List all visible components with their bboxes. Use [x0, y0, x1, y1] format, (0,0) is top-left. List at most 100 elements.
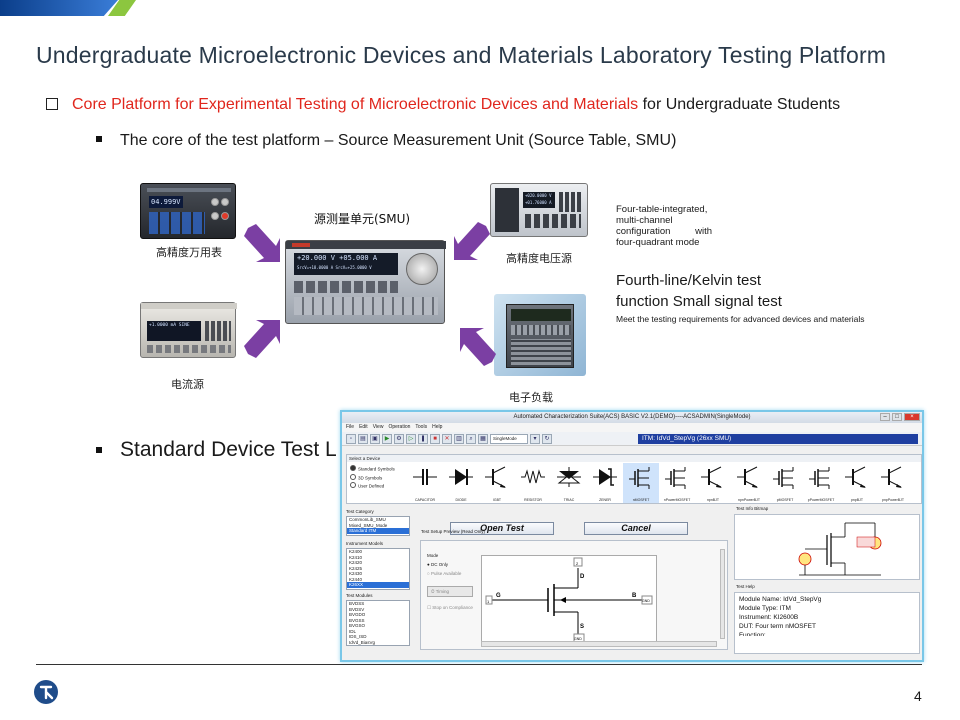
- preview-vertical-scrollbar[interactable]: [720, 549, 725, 639]
- play-icon[interactable]: ▷: [406, 433, 416, 444]
- bullet-standard-device-test: Standard Device Test L: [96, 438, 337, 462]
- settings-icon[interactable]: ⚙: [394, 433, 404, 444]
- device-capacitor[interactable]: CAPACITOR: [407, 463, 443, 503]
- menu-help[interactable]: Help: [432, 424, 442, 430]
- smu-display-line2: SrcV=+18.0000 A SrcV=+25.0000 V: [297, 265, 372, 270]
- itm-name-field[interactable]: ITM: IdVd_StepVg (26xx SMU): [638, 434, 918, 444]
- device-label: nMOSFET: [632, 498, 650, 502]
- search-icon[interactable]: ⌕: [466, 433, 476, 444]
- device-triac[interactable]: TRIAC: [551, 463, 587, 503]
- arrow-down-left-icon: [454, 222, 490, 260]
- help-line-module-type: Module Type: ITM: [739, 605, 791, 612]
- delete-icon[interactable]: ✕: [442, 433, 452, 444]
- device-pnppowerbjt[interactable]: pnpPowerBJT: [875, 463, 911, 503]
- radio-3d-symbols[interactable]: 3D Symbols: [350, 474, 395, 483]
- stop-on-compliance-checkbox[interactable]: ☐ Stop on Compliance: [427, 603, 473, 612]
- vsrc-display-line1: +020.0000 V: [525, 193, 552, 198]
- list-item[interactable]: IdVd_BiasVg: [347, 640, 409, 646]
- voltage-source-image: +020.0000 V +01.76000 A: [490, 183, 588, 237]
- list-item-selected[interactable]: Standard ITM: [347, 528, 409, 534]
- device-label: pnpPowerBJT: [882, 498, 904, 502]
- preview-horizontal-scrollbar[interactable]: [481, 641, 717, 647]
- radio-pulse-available[interactable]: ○ Pulse Available: [427, 569, 473, 578]
- test-category-label: Test Category: [346, 509, 374, 514]
- menu-view[interactable]: View: [373, 424, 384, 430]
- device-igbt[interactable]: IGBT: [479, 463, 515, 503]
- test-category-list[interactable]: CommonLib_SMU Mixed_SMU_Mode Standard IT…: [346, 516, 410, 536]
- dmm-instrument-image: 04.999V: [140, 183, 236, 239]
- run-icon[interactable]: ▶: [382, 433, 392, 444]
- help-line-instrument: Instrument: KI2600B: [739, 614, 799, 621]
- menu-edit[interactable]: Edit: [359, 424, 368, 430]
- mosfet-schematic: G D S B 1 2 GND GND: [481, 555, 657, 647]
- radio-dc-only[interactable]: ● DC Only: [427, 560, 473, 569]
- pause-icon[interactable]: ❚: [418, 433, 428, 444]
- description-four-table: Four-table-integrated, multi-channel con…: [616, 204, 712, 248]
- save-icon[interactable]: ▣: [370, 433, 380, 444]
- refresh-icon[interactable]: ↻: [542, 433, 552, 444]
- cancel-button[interactable]: Cancel: [584, 522, 688, 535]
- test-modules-label: Test Modules: [346, 593, 373, 598]
- instrument-models-list[interactable]: K2400 K2410 K2420 K2425 K2430 K2440 K26X…: [346, 548, 410, 590]
- nmosfet-icon: [629, 467, 650, 489]
- menu-file[interactable]: File: [346, 424, 354, 430]
- square-bullet-icon: [96, 136, 102, 142]
- device-npowermosfet[interactable]: nPowerMOSFET: [659, 463, 695, 503]
- mode-group: Mode ● DC Only ○ Pulse Available ⏱ Timin…: [427, 551, 473, 612]
- device-label: CAPACITOR: [414, 498, 436, 502]
- description-requirements: Meet the testing requirements for advanc…: [616, 314, 865, 324]
- test-setup-preview: Test Setup Preview (Read Only) Mode ● DC…: [420, 529, 728, 650]
- radio-user-defined[interactable]: User Defined: [350, 482, 395, 491]
- test-circuit-bitmap-icon: [798, 522, 882, 576]
- pin-gnd-bulk: GND: [642, 599, 650, 603]
- accent-blue: [0, 0, 118, 16]
- device-zener[interactable]: ZENER: [587, 463, 623, 503]
- list-item-selected[interactable]: K26XX: [347, 582, 409, 588]
- device-npnpowerbjt[interactable]: npnPowerBJT: [731, 463, 767, 503]
- current-source-image: +1.0000 mA SINE: [140, 302, 237, 358]
- device-pmosfet[interactable]: pMOSFET: [767, 463, 803, 503]
- device-selector-panel: Select a Device Standard Symbols 3D Symb…: [346, 454, 922, 504]
- test-help-box: Module Name: IdVd_StepVg Module Type: IT…: [734, 592, 920, 654]
- new-icon[interactable]: ▫: [346, 433, 356, 444]
- triac-icon: [557, 467, 581, 487]
- footer-divider: [36, 664, 922, 665]
- test-info-bitmap: [734, 514, 920, 580]
- resistor-icon: [521, 469, 545, 484]
- electronic-load-caption: 电子负载: [509, 391, 553, 404]
- device-label: nPowerMOSFET: [663, 498, 691, 502]
- maximize-button[interactable]: □: [892, 413, 902, 421]
- device-nmosfet[interactable]: nMOSFET: [623, 463, 659, 503]
- bullet1-red-text: Core Platform for Experimental Testing o…: [72, 96, 639, 113]
- open-icon[interactable]: ▤: [358, 433, 368, 444]
- device-ppowermosfet[interactable]: pPowerMOSFET: [803, 463, 839, 503]
- chevron-down-icon[interactable]: ▾: [530, 433, 540, 444]
- nmosfet-symbol-icon: G D S B 1 2 GND GND: [485, 557, 653, 643]
- bullet-core-platform: Core Platform for Experimental Testing o…: [46, 96, 840, 114]
- grid-icon[interactable]: ▦: [478, 433, 488, 444]
- device-diode[interactable]: DIODE: [443, 463, 479, 503]
- npnbjt-icon: [701, 466, 722, 488]
- device-resistor[interactable]: RESISTOR: [515, 463, 551, 503]
- zener-icon: [593, 468, 617, 486]
- stop-icon[interactable]: ■: [430, 433, 440, 444]
- menu-tools[interactable]: Tools: [415, 424, 427, 430]
- test-modules-list[interactable]: BVDSS BVDSV BVGDO BVGSS BVGSO IDL IDS_IS…: [346, 600, 410, 646]
- select-device-label: Select a Device: [347, 455, 921, 462]
- menu-operation[interactable]: Operation: [388, 424, 410, 430]
- device-pnpbjt[interactable]: pnpBJT: [839, 463, 875, 503]
- close-button[interactable]: ×: [904, 413, 920, 421]
- minimize-button[interactable]: –: [880, 413, 890, 421]
- radio-standard-symbols[interactable]: Standard Symbols: [350, 465, 395, 474]
- device-label: npnBJT: [706, 498, 720, 502]
- menu-bar: File Edit View Operation Tools Help: [342, 423, 922, 432]
- mode-label: Mode: [427, 553, 439, 558]
- timing-button[interactable]: ⏱ Timing: [427, 586, 473, 597]
- chart-icon[interactable]: ▥: [454, 433, 464, 444]
- preview-label: Test Setup Preview (Read Only): [421, 529, 486, 534]
- npnpowerbjt-icon: [737, 466, 758, 488]
- device-npnbjt[interactable]: npnBJT: [695, 463, 731, 503]
- smu-display-line1: +20.000 V +05.000 A: [297, 254, 378, 262]
- device-label: DIODE: [455, 498, 467, 502]
- mode-select[interactable]: SingleMode: [490, 433, 528, 444]
